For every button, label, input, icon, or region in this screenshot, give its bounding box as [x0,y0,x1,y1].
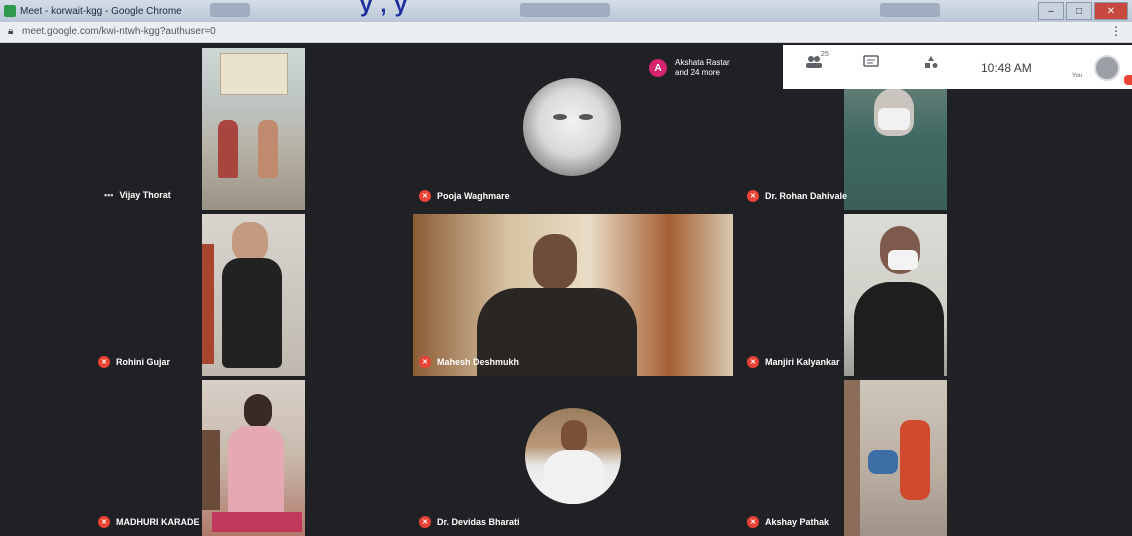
participant-name: Dr. Rohan Dahivale [765,191,848,201]
participant-avatar [523,78,621,176]
chat-icon[interactable] [863,55,879,72]
person-silhouette [258,120,278,178]
lock-icon[interactable]: 🔒︎ [8,26,13,37]
person-body [854,282,944,376]
participant-name: Rohini Gujar [116,357,170,367]
window-controls: – □ ✕ [1038,2,1128,20]
participant-video [844,214,947,376]
participant-tile[interactable]: ✕ MADHURI KARADE [92,380,405,536]
participant-name-tag: ✕ Rohini Gujar [98,356,170,368]
face-mask [878,108,910,130]
blurred-tab[interactable] [880,3,940,17]
blurred-tab[interactable] [210,3,250,17]
participant-name: Mahesh Deshmukh [437,357,520,367]
participant-tile[interactable]: ••• Vijay Thorat [92,48,405,210]
door-frame [202,244,214,364]
furniture [202,430,220,510]
participant-video [202,48,305,210]
window-title: Meet - korwait-kgg - Google Chrome [20,5,182,17]
participant-name-tag: ✕ Dr. Devidas Bharati [419,516,520,528]
mic-off-icon: ✕ [98,356,110,368]
more-vert-icon[interactable]: ⋮ [1110,24,1122,38]
window-title-area: Meet - korwait-kgg - Google Chrome [4,2,182,20]
participant-name-tag: ✕ Akshay Pathak [747,516,829,528]
mic-off-icon: ✕ [747,516,759,528]
person-face [533,234,577,290]
yoga-mat [212,512,302,532]
mic-off-icon: ✕ [419,356,431,368]
mic-off-icon: ✕ [98,516,110,528]
person-arm [868,450,898,474]
participant-video [202,380,305,536]
person-head [244,394,272,428]
meet-stage: ••• Vijay Thorat ✕ Pooja Waghmare ✕ Dr. … [0,43,1132,536]
participant-name: Manjiri Kalyankar [765,357,840,367]
participant-name: Vijay Thorat [119,190,171,200]
meeting-clock: 10:48 AM [981,61,1032,75]
people-count: 25 [821,51,829,58]
participant-avatar [525,408,621,504]
participant-name-tag: ✕ Pooja Waghmare [419,190,510,202]
participant-name-tag: ✕ MADHURI KARADE [98,516,200,528]
avatar-eye [579,114,593,120]
more-horiz-icon[interactable]: ••• [104,190,113,200]
mic-off-icon: ✕ [419,190,431,202]
participant-tile[interactable]: ✕ Akshay Pathak [741,380,1054,536]
participant-video [844,380,947,536]
participant-tile[interactable]: ✕ Rohini Gujar [92,214,405,376]
participant-name: Pooja Waghmare [437,191,510,201]
caption-overlay: y , y [360,0,408,17]
person-body [900,420,930,500]
avatar-shirt [543,450,605,504]
participant-name-tag: ✕ Mahesh Deshmukh [419,356,519,368]
participant-name-tag: ••• Vijay Thorat [104,190,171,200]
participant-name: MADHURI KARADE [116,517,200,527]
notification-line1: Akshata Rastar [675,58,730,67]
face-mask [888,250,918,270]
person-body [222,258,282,368]
close-button[interactable]: ✕ [1094,2,1128,20]
activities-icon[interactable] [923,55,939,72]
banner-in-video [220,53,288,95]
browser-title-bar: Meet - korwait-kgg - Google Chrome y , y… [0,0,1132,22]
recording-indicator [1124,75,1132,85]
door-edge [844,380,860,536]
address-bar[interactable]: 🔒︎ meet.google.com/kwi-ntwh-kgg?authuser… [0,22,1132,43]
person-body [228,426,284,522]
participant-name: Akshay Pathak [765,517,830,527]
avatar-face [561,420,587,452]
participant-name-tag: ✕ Manjiri Kalyankar [747,356,840,368]
person-face [232,222,268,262]
blurred-tab[interactable] [520,3,610,17]
meet-app-icon [4,5,16,17]
participant-video [202,214,305,376]
participant-tile[interactable]: ✕ Dr. Devidas Bharati [413,380,733,536]
meet-top-bar: 25 10:48 AM You [783,45,1132,89]
url-text[interactable]: meet.google.com/kwi-ntwh-kgg?authuser=0 [22,26,216,37]
notification-line2: and 24 more [675,68,720,77]
maximize-button[interactable]: □ [1066,2,1092,20]
notification-text: Akshata Rastar and 24 more [675,58,730,78]
mic-off-icon: ✕ [419,516,431,528]
mic-off-icon: ✕ [747,356,759,368]
participant-tile-active[interactable]: ✕ Mahesh Deshmukh [413,214,733,376]
avatar-eye [553,114,567,120]
participant-name: Dr. Devidas Bharati [437,517,520,527]
minimize-button[interactable]: – [1038,2,1064,20]
participant-name-tag: ✕ Dr. Rohan Dahivale [747,190,847,202]
self-avatar[interactable] [1094,55,1120,81]
notification-avatar: A [649,59,667,77]
self-label: You [1072,73,1083,79]
participant-tile[interactable]: ✕ Manjiri Kalyankar [741,214,1054,376]
join-notification[interactable]: A Akshata Rastar and 24 more [643,50,783,86]
mic-off-icon: ✕ [747,190,759,202]
person-silhouette [218,120,238,178]
